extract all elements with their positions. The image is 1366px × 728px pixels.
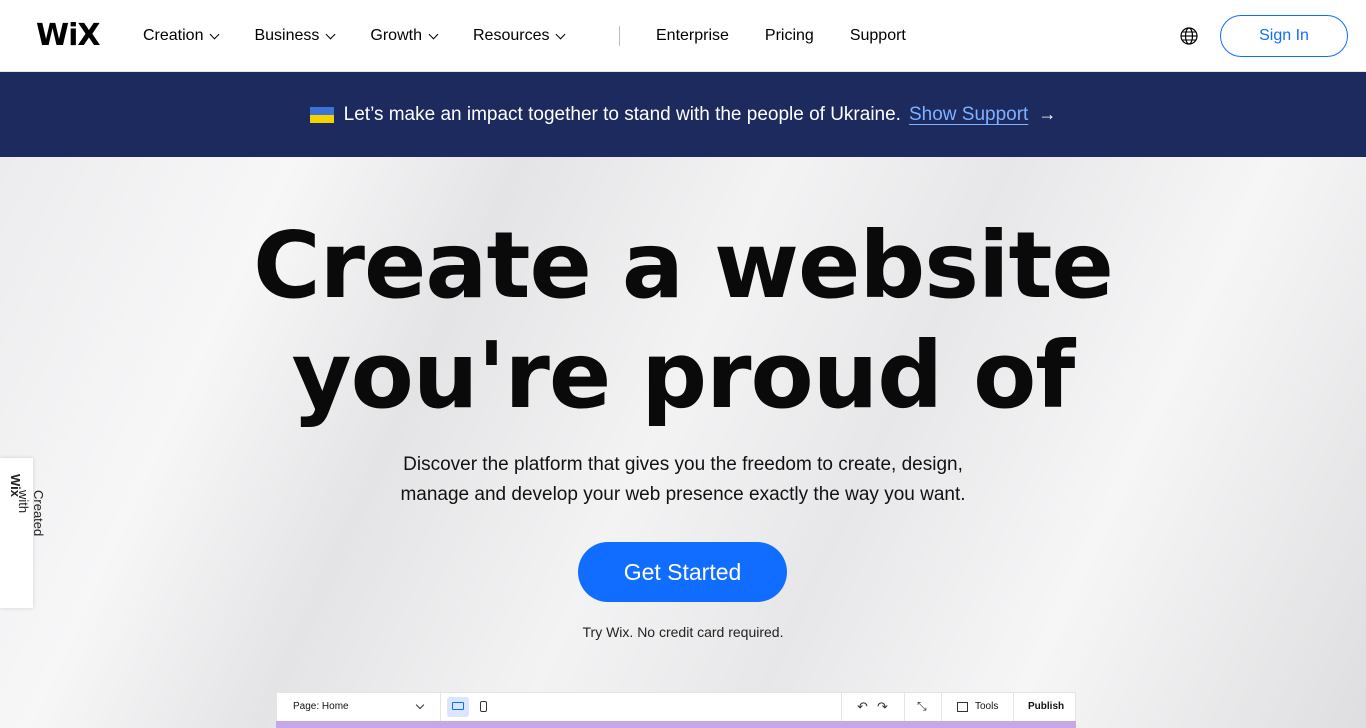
subtitle-line-2: manage and develop your web presence exa… [400,484,966,505]
toolbar-divider [1013,693,1014,721]
publish-button[interactable]: Publish [1028,701,1064,712]
hero-headline: Create a website you're proud of [0,211,1366,431]
get-started-button[interactable]: Get Started [578,542,787,602]
nav-growth-label: Growth [370,27,422,44]
no-credit-card-note: Try Wix. No credit card required. [582,624,784,640]
chevron-down-icon [428,29,439,39]
secondary-nav: Enterprise Pricing Support [656,26,906,46]
ukraine-banner: Let’s make an impact together to stand w… [0,72,1366,157]
nav-creation-label: Creation [143,27,204,44]
top-header: WiX Creation Business Growth Resources E… [0,0,1366,72]
chevron-down-icon [556,29,566,39]
mobile-view-icon[interactable] [480,701,487,712]
zoom-out-icon[interactable]: ⤡ [917,699,927,714]
headline-line-1: Create a website [253,212,1114,319]
arrow-right-icon[interactable]: → [1038,104,1056,125]
nav-creation[interactable]: Creation [143,26,220,46]
nav-growth[interactable]: Growth [370,26,439,46]
chevron-down-icon [325,29,336,39]
chevron-down-icon [210,29,220,39]
toolbar-divider [904,693,905,721]
headline-line-2: you're proud of [291,322,1076,429]
nav-business-label: Business [254,27,320,44]
nav-business[interactable]: Business [254,26,336,46]
desktop-view-icon[interactable] [447,697,469,717]
hero-subtitle: Discover the platform that gives you the… [0,450,1366,510]
nav-resources-label: Resources [472,27,550,44]
page-selector[interactable]: Page: Home [293,701,349,712]
nav-resources[interactable]: Resources [472,26,566,46]
toolbar-divider [440,693,441,721]
toolbar-divider [841,693,842,721]
nav-support[interactable]: Support [850,26,906,46]
nav-pricing[interactable]: Pricing [765,26,814,46]
tools-button[interactable]: Tools [975,701,998,712]
sign-in-button[interactable]: Sign In [1220,15,1348,57]
redo-icon[interactable]: ↷ [877,699,888,715]
editor-canvas-strip [276,721,1076,728]
banner-text: Let’s make an impact together to stand w… [343,103,901,125]
main-nav: Creation Business Growth Resources [143,26,566,46]
show-support-link[interactable]: Show Support [909,104,1028,126]
undo-icon[interactable]: ↶ [857,699,868,715]
globe-icon[interactable] [1180,27,1198,45]
hero-section: Create a website you're proud of Discove… [0,157,1366,728]
nav-enterprise[interactable]: Enterprise [656,26,729,46]
nav-divider [619,26,620,46]
created-with-wix-badge[interactable]: Created with Wix [0,458,46,608]
toolbar-divider [941,693,942,721]
subtitle-line-1: Discover the platform that gives you the… [403,454,963,475]
ukraine-flag-icon [309,106,334,123]
wix-logo[interactable]: WiX [36,20,101,52]
tools-icon [957,702,968,712]
chevron-down-icon [415,700,425,710]
badge-prefix: Created with [16,490,46,537]
